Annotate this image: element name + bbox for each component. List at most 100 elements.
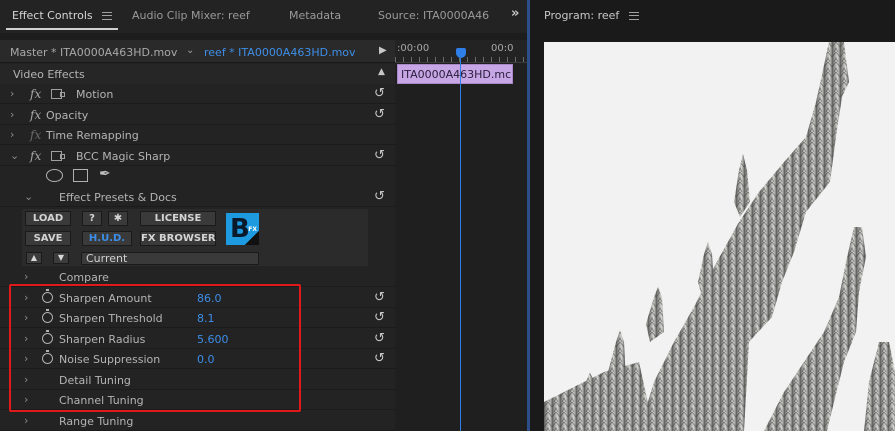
compare-row[interactable]: › Compare [0, 267, 395, 287]
effect-label: Motion [76, 88, 114, 101]
reset-icon[interactable]: ↺ [374, 189, 385, 204]
param-row-sharpen-amount[interactable]: › Sharpen Amount 86.0 ↺ [0, 288, 395, 308]
chevron-right-icon[interactable]: › [10, 87, 14, 100]
chevron-right-icon[interactable]: › [24, 332, 28, 345]
preset-up-button[interactable]: ▲ [26, 252, 42, 264]
tab-metadata[interactable]: Metadata [289, 9, 341, 22]
playhead-line [460, 58, 461, 431]
chevron-down-icon[interactable]: ⌄ [24, 190, 33, 203]
stopwatch-icon[interactable] [42, 309, 53, 323]
master-clip-label[interactable]: Master * ITA0000A463HD.mov [10, 46, 177, 59]
hud-button[interactable]: H.U.D. [82, 231, 132, 246]
timeline-clip[interactable]: ITA0000A463HD.mc [397, 64, 513, 84]
pen-mask-icon[interactable]: ✒ [99, 166, 111, 182]
group-label: Range Tuning [59, 415, 134, 428]
program-monitor-title[interactable]: Program: reef [544, 9, 639, 22]
reset-icon[interactable]: ↺ [374, 331, 385, 346]
chevron-right-icon[interactable]: › [24, 291, 28, 304]
effect-row-bcc-magic-sharp[interactable]: ⌄ fx BCC Magic Sharp ↺ [0, 146, 395, 166]
active-tab-indicator [6, 28, 118, 30]
param-label: Sharpen Threshold [59, 312, 163, 325]
program-monitor-video[interactable] [544, 42, 895, 431]
help-button[interactable]: ? [82, 211, 102, 226]
gear-icon[interactable]: ✱ [108, 211, 128, 226]
reset-icon[interactable]: ↺ [374, 310, 385, 325]
chevron-down-icon[interactable]: ⌄ [186, 45, 194, 56]
effect-timeline-area[interactable] [395, 63, 527, 431]
video-effects-label: Video Effects [13, 68, 85, 81]
bcc-logo: B FX [226, 213, 259, 245]
tab-source[interactable]: Source: ITA0000A46 [378, 9, 489, 22]
param-label: Sharpen Radius [59, 333, 146, 346]
ellipse-mask-icon[interactable] [46, 169, 63, 182]
stopwatch-icon[interactable] [42, 289, 53, 303]
cathedral-spire-image [544, 42, 895, 431]
effect-label: Time Remapping [46, 129, 139, 142]
effect-row-motion[interactable]: › fx Motion ↺ [0, 84, 395, 104]
rectangle-mask-icon[interactable] [73, 169, 88, 182]
param-row-sharpen-radius[interactable]: › Sharpen Radius 5.600 ↺ [0, 329, 395, 349]
chevron-right-icon[interactable]: › [24, 373, 28, 386]
chevron-right-icon[interactable]: › [10, 128, 14, 141]
effect-row-time-remapping[interactable]: › fx Time Remapping [0, 125, 395, 145]
param-value[interactable]: 0.0 [197, 353, 215, 366]
preset-down-button[interactable]: ▼ [53, 252, 69, 264]
effect-row-opacity[interactable]: › fx Opacity ↺ [0, 105, 395, 125]
reset-icon[interactable]: ↺ [374, 148, 385, 163]
fx-toggle-icon[interactable]: fx [30, 108, 41, 122]
play-icon[interactable]: ▶ [379, 45, 387, 56]
group-row-range-tuning[interactable]: › Range Tuning [0, 411, 395, 431]
bcc-logo-sup: FX [248, 226, 257, 233]
bcc-logo-letter: B [230, 214, 250, 244]
chevron-right-icon[interactable]: › [24, 311, 28, 324]
param-value[interactable]: 5.600 [197, 333, 229, 346]
param-row-noise-suppression[interactable]: › Noise Suppression 0.0 ↺ [0, 349, 395, 369]
chevron-down-icon[interactable]: ⌄ [10, 149, 19, 162]
ruler-time-end: 00:0 [491, 43, 514, 54]
group-label: Detail Tuning [59, 374, 131, 387]
ruler-time-start: :00:00 [397, 43, 430, 54]
sequence-clip-label[interactable]: reef * ITA0000A463HD.mov [204, 46, 356, 59]
reset-icon[interactable]: ↺ [374, 290, 385, 305]
fx-toggle-icon[interactable]: fx [30, 149, 41, 163]
effect-presets-row[interactable]: ⌄ Effect Presets & Docs ↺ [0, 187, 395, 207]
effect-label: BCC Magic Sharp [76, 150, 171, 163]
chevron-right-icon[interactable]: › [24, 414, 28, 427]
stopwatch-icon[interactable] [42, 330, 53, 344]
panel-menu-icon[interactable] [102, 12, 113, 20]
fx-toggle-icon: fx [30, 128, 42, 142]
group-label: Channel Tuning [59, 394, 144, 407]
transform-icon[interactable] [51, 89, 65, 99]
group-row-detail-tuning[interactable]: › Detail Tuning [0, 370, 395, 390]
chevron-right-icon[interactable]: › [24, 270, 28, 283]
tab-overflow-icon[interactable]: » [511, 6, 519, 21]
param-row-sharpen-threshold[interactable]: › Sharpen Threshold 8.1 ↺ [0, 308, 395, 328]
reset-icon[interactable]: ↺ [374, 351, 385, 366]
param-value[interactable]: 86.0 [197, 292, 222, 305]
panel-tab-bar: Effect Controls Audio Clip Mixer: reef M… [0, 0, 527, 33]
stopwatch-icon[interactable] [42, 350, 53, 364]
tab-audio-clip-mixer[interactable]: Audio Clip Mixer: reef [132, 9, 250, 22]
license-button[interactable]: LICENSE [140, 211, 216, 226]
param-value[interactable]: 8.1 [197, 312, 215, 325]
tab-effect-controls[interactable]: Effect Controls [12, 9, 113, 22]
panel-menu-icon[interactable] [628, 12, 639, 20]
load-button[interactable]: LOAD [25, 211, 71, 226]
playhead-handle[interactable] [456, 48, 466, 58]
chevron-right-icon[interactable]: › [24, 393, 28, 406]
tab-effect-controls-label: Effect Controls [12, 9, 93, 22]
video-effects-header[interactable]: Video Effects ▲ [0, 64, 395, 84]
save-button[interactable]: SAVE [25, 231, 71, 246]
reset-icon[interactable]: ↺ [374, 86, 385, 101]
chevron-right-icon[interactable]: › [10, 108, 14, 121]
collapse-up-icon[interactable]: ▲ [378, 67, 385, 77]
fx-browser-button[interactable]: FX BROWSER [140, 231, 216, 246]
clip-selector-bar: Master * ITA0000A463HD.mov ⌄ reef * ITA0… [0, 40, 395, 63]
chevron-right-icon[interactable]: › [24, 352, 28, 365]
preset-select[interactable]: Current [81, 252, 259, 265]
transform-icon[interactable] [51, 151, 65, 161]
reset-icon[interactable]: ↺ [374, 107, 385, 122]
group-row-channel-tuning[interactable]: › Channel Tuning [0, 390, 395, 410]
fx-toggle-icon[interactable]: fx [30, 87, 41, 101]
compare-label: Compare [59, 271, 109, 284]
